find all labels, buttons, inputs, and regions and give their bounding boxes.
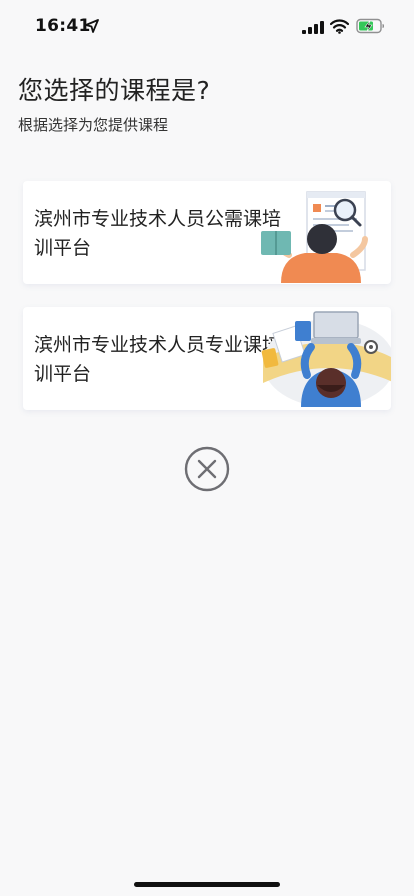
person-at-laptop-illustration	[261, 311, 391, 407]
home-indicator[interactable]	[134, 882, 280, 887]
course-card-label: 滨州市专业技术人员专业课培训平台	[34, 334, 282, 385]
close-button[interactable]	[184, 446, 230, 492]
course-card-professional[interactable]: 滨州市专业技术人员专业课培训平台	[23, 307, 391, 410]
status-bar: 16:41	[0, 0, 414, 54]
page-subtitle: 根据选择为您提供课程	[18, 116, 169, 134]
status-time: 16:41	[35, 16, 91, 36]
course-card-label: 滨州市专业技术人员公需课培训平台	[34, 208, 282, 259]
wifi-icon	[330, 19, 349, 34]
battery-charging-icon	[356, 18, 384, 34]
signal-icon	[302, 21, 324, 34]
location-arrow-icon	[85, 19, 99, 33]
course-card-public[interactable]: 滨州市专业技术人员公需课培训平台	[23, 181, 391, 284]
reader-with-magnifier-illustration	[261, 191, 368, 283]
close-circle-icon	[184, 446, 230, 492]
page-title: 您选择的课程是?	[18, 76, 211, 105]
